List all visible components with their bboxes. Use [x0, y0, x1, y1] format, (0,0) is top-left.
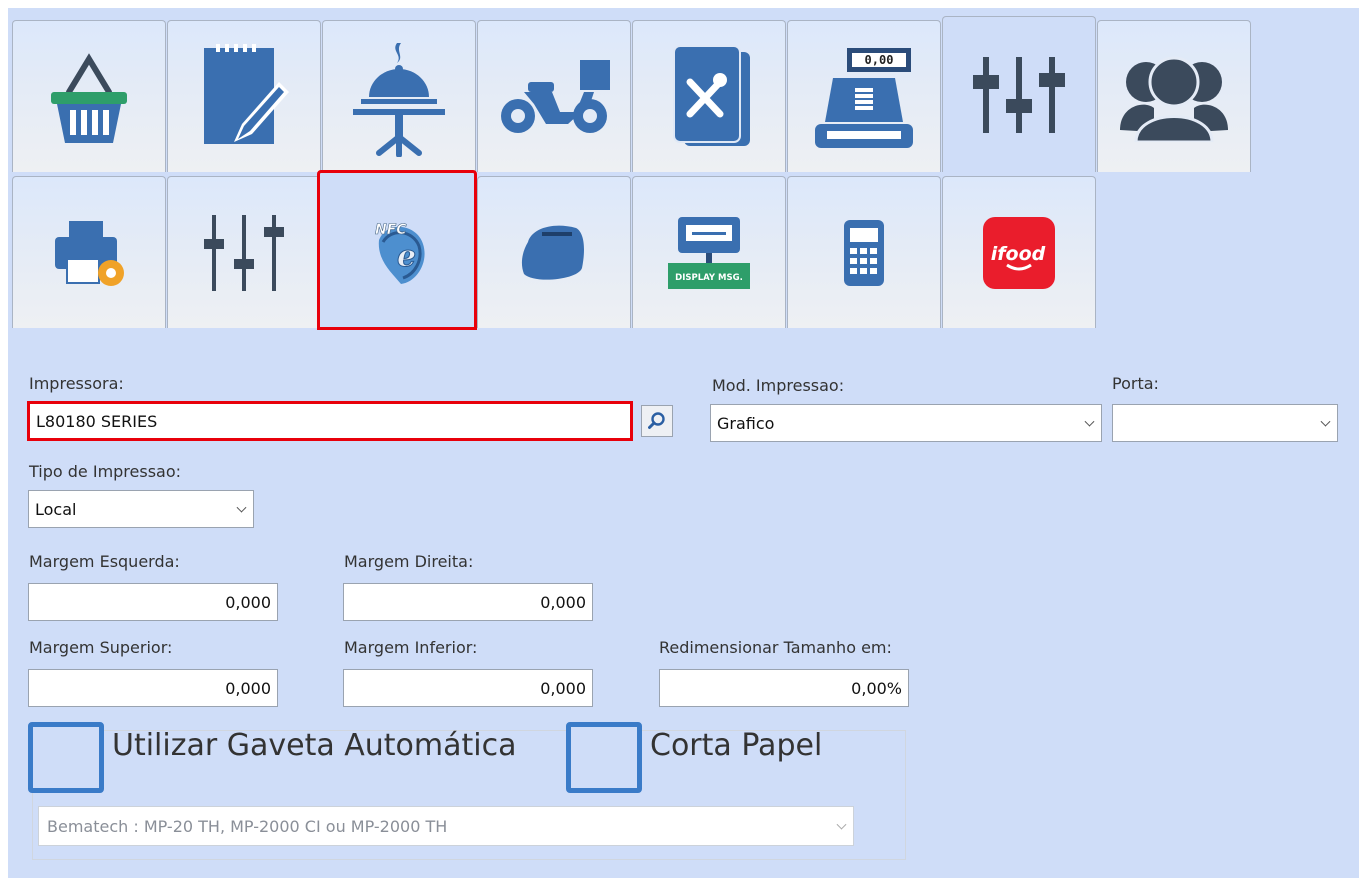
- tab-pedidos[interactable]: [167, 20, 321, 172]
- tipo-impressao-select[interactable]: Local: [28, 490, 254, 528]
- margem-inferior-input[interactable]: 0,000: [343, 669, 593, 707]
- tipo-impressao-label: Tipo de Impressao:: [29, 462, 182, 481]
- calculator-icon: [844, 219, 884, 286]
- porta-label: Porta:: [1112, 374, 1159, 393]
- chevron-down-icon: [836, 819, 847, 830]
- mod-impressao-select[interactable]: Grafico: [710, 404, 1102, 442]
- margem-superior-input[interactable]: 0,000: [28, 669, 278, 707]
- tab-ifood[interactable]: ifood: [942, 176, 1096, 328]
- settings-sliders-icon: [973, 56, 1065, 133]
- svg-text:e: e: [397, 239, 416, 274]
- menu-book-icon: [673, 44, 750, 146]
- restaurant-table-icon: [353, 42, 445, 157]
- corta-papel-label: Corta Papel: [650, 728, 823, 763]
- mod-impressao-value: Grafico: [717, 413, 775, 433]
- margem-esquerda-input[interactable]: 0,000: [28, 583, 278, 621]
- porta-select[interactable]: [1112, 404, 1338, 442]
- tipo-impressao-value: Local: [35, 499, 77, 519]
- search-button[interactable]: [641, 405, 673, 437]
- tab-usuarios[interactable]: [1097, 20, 1251, 172]
- svg-text:0,00: 0,00: [865, 53, 894, 67]
- tab-cardapio[interactable]: [632, 20, 786, 172]
- tab-calculadora[interactable]: [787, 176, 941, 328]
- corta-papel-checkbox[interactable]: [566, 722, 642, 793]
- tab-delivery[interactable]: [477, 20, 631, 172]
- tab-parametros[interactable]: [167, 176, 321, 328]
- settings-panel: 0,00 NFC e DISPLAY MSG. ifood Impressora…: [8, 8, 1359, 878]
- cash-register-icon: 0,00: [815, 47, 913, 148]
- users-icon: [1120, 56, 1228, 142]
- impressora-input[interactable]: L80180 SERIES: [27, 401, 633, 441]
- margem-direita-label: Margem Direita:: [344, 552, 474, 571]
- modelo-gaveta-value: Bematech : MP-20 TH, MP-2000 CI ou MP-20…: [47, 816, 448, 836]
- printer-settings-icon: [55, 220, 124, 286]
- margem-inferior-label: Margem Inferior:: [344, 638, 478, 657]
- notepad-edit-icon: [204, 43, 289, 144]
- tab-configuracoes[interactable]: [942, 16, 1096, 172]
- svg-text:ifood: ifood: [991, 243, 1046, 265]
- tab-caixa[interactable]: 0,00: [787, 20, 941, 172]
- tab-impressoras[interactable]: [12, 176, 166, 328]
- chevron-down-icon: [236, 502, 247, 513]
- svg-text:NFC: NFC: [375, 222, 407, 238]
- tab-nfce[interactable]: NFC e: [317, 170, 477, 330]
- mod-impressao-label: Mod. Impressao:: [712, 376, 845, 395]
- tab-display[interactable]: DISPLAY MSG.: [632, 176, 786, 328]
- modelo-gaveta-select: Bematech : MP-20 TH, MP-2000 CI ou MP-20…: [38, 806, 854, 846]
- redimensionar-input[interactable]: 0,00%: [659, 669, 909, 707]
- chevron-down-icon: [1084, 416, 1095, 427]
- display-message-icon: DISPLAY MSG.: [668, 216, 750, 289]
- gaveta-checkbox[interactable]: [28, 722, 104, 793]
- chevron-down-icon: [1320, 416, 1331, 427]
- delivery-motorcycle-icon: [501, 59, 610, 133]
- ifood-icon: ifood: [983, 216, 1055, 289]
- tab-impressora-fiscal[interactable]: [477, 176, 631, 328]
- svg-text:DISPLAY MSG.: DISPLAY MSG.: [675, 273, 743, 283]
- search-icon: [648, 412, 665, 429]
- basket-icon: [51, 52, 127, 143]
- tab-mesas[interactable]: [322, 20, 476, 172]
- margem-superior-label: Margem Superior:: [29, 638, 173, 657]
- sliders-icon: [204, 214, 284, 291]
- gaveta-label: Utilizar Gaveta Automática: [112, 728, 517, 763]
- impressora-label: Impressora:: [29, 374, 124, 393]
- redimensionar-label: Redimensionar Tamanho em:: [659, 638, 892, 657]
- margem-esquerda-label: Margem Esquerda:: [29, 552, 180, 571]
- nfce-icon: NFC e: [375, 222, 425, 284]
- tab-vendas[interactable]: [12, 20, 166, 172]
- receipt-printer-icon: [521, 225, 584, 280]
- margem-direita-input[interactable]: 0,000: [343, 583, 593, 621]
